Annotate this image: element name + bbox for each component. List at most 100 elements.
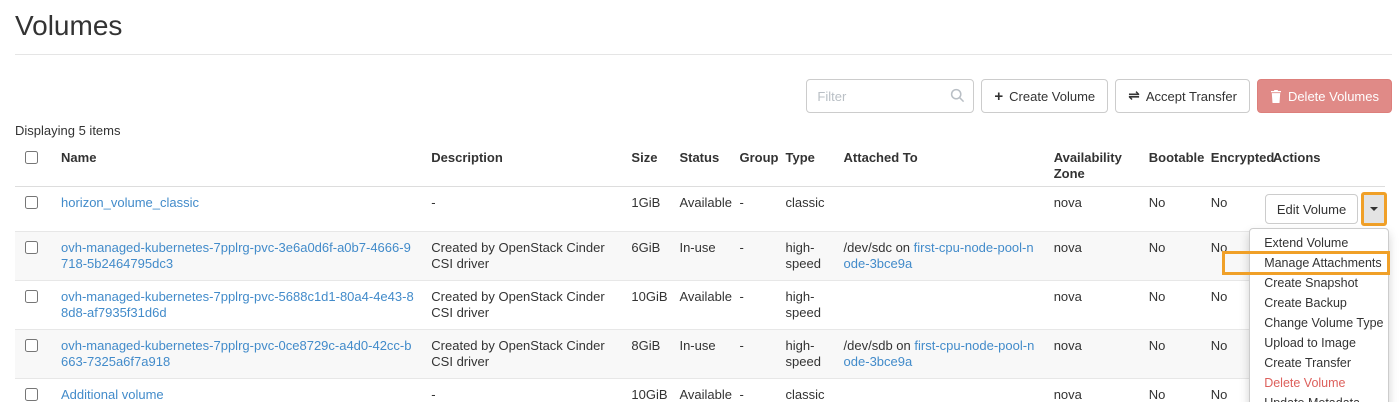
row-checkbox[interactable]	[25, 196, 38, 209]
row-actions: Edit Volume Extend Volume Manage Attachm…	[1265, 192, 1387, 226]
volume-name-link[interactable]: ovh-managed-kubernetes-7pplrg-pvc-5688c1…	[61, 289, 414, 320]
row-checkbox[interactable]	[25, 388, 38, 401]
table-row: ovh-managed-kubernetes-7pplrg-pvc-0ce872…	[15, 330, 1385, 379]
description-cell: -	[423, 187, 623, 232]
filter-input[interactable]	[806, 79, 974, 113]
create-volume-label: Create Volume	[1009, 89, 1095, 104]
bootable-cell: No	[1141, 379, 1203, 402]
search-icon	[950, 88, 965, 103]
items-count: Displaying 5 items	[15, 123, 1392, 138]
type-cell: classic	[778, 379, 836, 402]
attached-to-cell	[836, 379, 1046, 402]
size-cell: 10GiB	[623, 281, 671, 330]
attached-to-cell: /dev/sdc on first-cpu-node-pool-node-3bc…	[836, 232, 1046, 281]
description-cell: Created by OpenStack Cinder CSI driver	[423, 330, 623, 379]
availability-zone-cell: nova	[1046, 187, 1141, 232]
volume-name-link[interactable]: ovh-managed-kubernetes-7pplrg-pvc-3e6a0d…	[61, 240, 411, 271]
description-cell: Created by OpenStack Cinder CSI driver	[423, 281, 623, 330]
menu-item-delete-volume[interactable]: Delete Volume	[1250, 373, 1388, 393]
description-cell: -	[423, 379, 623, 402]
table-header-row: Name Description Size Status Group Type …	[15, 144, 1385, 187]
group-cell: -	[731, 379, 777, 402]
delete-volumes-label: Delete Volumes	[1288, 89, 1379, 104]
size-cell: 6GiB	[623, 232, 671, 281]
row-checkbox[interactable]	[25, 290, 38, 303]
table-row: horizon_volume_classic - 1GiB Available …	[15, 187, 1385, 232]
table-row: ovh-managed-kubernetes-7pplrg-pvc-5688c1…	[15, 281, 1385, 330]
menu-item-upload-to-image[interactable]: Upload to Image	[1250, 333, 1388, 353]
page-title: Volumes	[15, 10, 1392, 42]
col-header-attached-to[interactable]: Attached To	[836, 144, 1046, 187]
bootable-cell: No	[1141, 187, 1203, 232]
select-all-checkbox[interactable]	[25, 151, 38, 164]
menu-item-create-transfer[interactable]: Create Transfer	[1250, 353, 1388, 373]
menu-item-create-snapshot[interactable]: Create Snapshot	[1250, 273, 1388, 293]
availability-zone-cell: nova	[1046, 232, 1141, 281]
volumes-page: Volumes + Create Volume ⇌ Accept Transfe…	[0, 10, 1400, 402]
menu-item-create-backup[interactable]: Create Backup	[1250, 293, 1388, 313]
volumes-table: Name Description Size Status Group Type …	[15, 144, 1385, 402]
col-header-description[interactable]: Description	[423, 144, 623, 187]
col-header-status[interactable]: Status	[671, 144, 731, 187]
col-header-availability-zone[interactable]: Availability Zone	[1046, 144, 1141, 187]
menu-item-change-volume-type[interactable]: Change Volume Type	[1250, 313, 1388, 333]
title-divider	[15, 54, 1392, 55]
actions-dropdown-menu: Extend Volume Manage Attachments Create …	[1249, 228, 1389, 402]
group-cell: -	[731, 281, 777, 330]
availability-zone-cell: nova	[1046, 281, 1141, 330]
menu-item-manage-attachments[interactable]: Manage Attachments	[1250, 253, 1388, 273]
attached-to-cell	[836, 281, 1046, 330]
menu-item-update-metadata[interactable]: Update Metadata	[1250, 393, 1388, 402]
table-row: ovh-managed-kubernetes-7pplrg-pvc-3e6a0d…	[15, 232, 1385, 281]
toolbar: + Create Volume ⇌ Accept Transfer Delete…	[15, 79, 1392, 113]
size-cell: 1GiB	[623, 187, 671, 232]
col-header-type[interactable]: Type	[778, 144, 836, 187]
col-header-name[interactable]: Name	[53, 144, 423, 187]
attached-to-cell: /dev/sdb on first-cpu-node-pool-node-3bc…	[836, 330, 1046, 379]
encrypted-cell: No	[1203, 187, 1265, 232]
table-row: Additional volume - 10GiB Available - cl…	[15, 379, 1385, 402]
type-cell: classic	[778, 187, 836, 232]
volume-name-link[interactable]: horizon_volume_classic	[61, 195, 199, 210]
transfer-arrows-icon: ⇌	[1128, 89, 1140, 103]
select-all-header	[15, 144, 53, 187]
status-cell: In-use	[671, 330, 731, 379]
bootable-cell: No	[1141, 232, 1203, 281]
group-cell: -	[731, 232, 777, 281]
create-volume-button[interactable]: + Create Volume	[981, 79, 1108, 113]
status-cell: Available	[671, 187, 731, 232]
type-cell: high-speed	[778, 232, 836, 281]
status-cell: Available	[671, 281, 731, 330]
description-cell: Created by OpenStack Cinder CSI driver	[423, 232, 623, 281]
availability-zone-cell: nova	[1046, 330, 1141, 379]
col-header-actions: Actions	[1265, 144, 1385, 187]
accept-transfer-label: Accept Transfer	[1146, 89, 1237, 104]
size-cell: 10GiB	[623, 379, 671, 402]
status-cell: In-use	[671, 232, 731, 281]
accept-transfer-button[interactable]: ⇌ Accept Transfer	[1115, 79, 1250, 113]
volume-name-link[interactable]: ovh-managed-kubernetes-7pplrg-pvc-0ce872…	[61, 338, 411, 369]
group-cell: -	[731, 187, 777, 232]
col-header-group[interactable]: Group	[731, 144, 777, 187]
col-header-size[interactable]: Size	[623, 144, 671, 187]
col-header-encrypted[interactable]: Encrypted	[1203, 144, 1265, 187]
availability-zone-cell: nova	[1046, 379, 1141, 402]
chevron-down-icon	[1370, 207, 1378, 211]
col-header-bootable[interactable]: Bootable	[1141, 144, 1203, 187]
type-cell: high-speed	[778, 330, 836, 379]
edit-volume-button[interactable]: Edit Volume	[1265, 194, 1358, 224]
status-cell: Available	[671, 379, 731, 402]
row-checkbox[interactable]	[25, 241, 38, 254]
plus-icon: +	[994, 89, 1003, 104]
bootable-cell: No	[1141, 281, 1203, 330]
type-cell: high-speed	[778, 281, 836, 330]
bootable-cell: No	[1141, 330, 1203, 379]
trash-icon	[1270, 90, 1282, 103]
volume-name-link[interactable]: Additional volume	[61, 387, 164, 402]
menu-item-extend-volume[interactable]: Extend Volume	[1250, 233, 1388, 253]
group-cell: -	[731, 330, 777, 379]
row-checkbox[interactable]	[25, 339, 38, 352]
actions-dropdown-toggle[interactable]	[1361, 192, 1387, 226]
attached-to-cell	[836, 187, 1046, 232]
delete-volumes-button[interactable]: Delete Volumes	[1257, 79, 1392, 113]
